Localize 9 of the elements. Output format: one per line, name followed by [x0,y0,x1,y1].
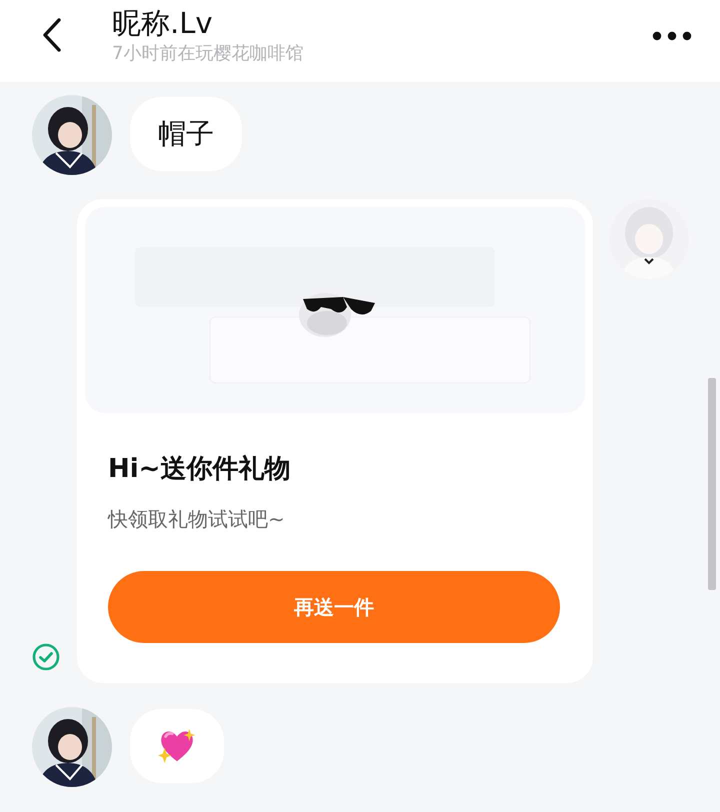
more-button[interactable] [652,31,692,41]
gift-title: Hi~送你件礼物 [108,453,292,486]
send-again-button[interactable]: 再送一件 [108,571,560,643]
contact-name: 昵称.Lv [112,5,214,41]
message-bubble: 帽子 [130,97,242,171]
gift-subtitle: 快领取礼物试试吧~ [108,506,286,533]
status-text: 7小时前在玩樱花咖啡馆 [112,42,304,66]
sparkling-heart-icon [158,727,196,765]
scrollbar[interactable] [708,378,716,590]
